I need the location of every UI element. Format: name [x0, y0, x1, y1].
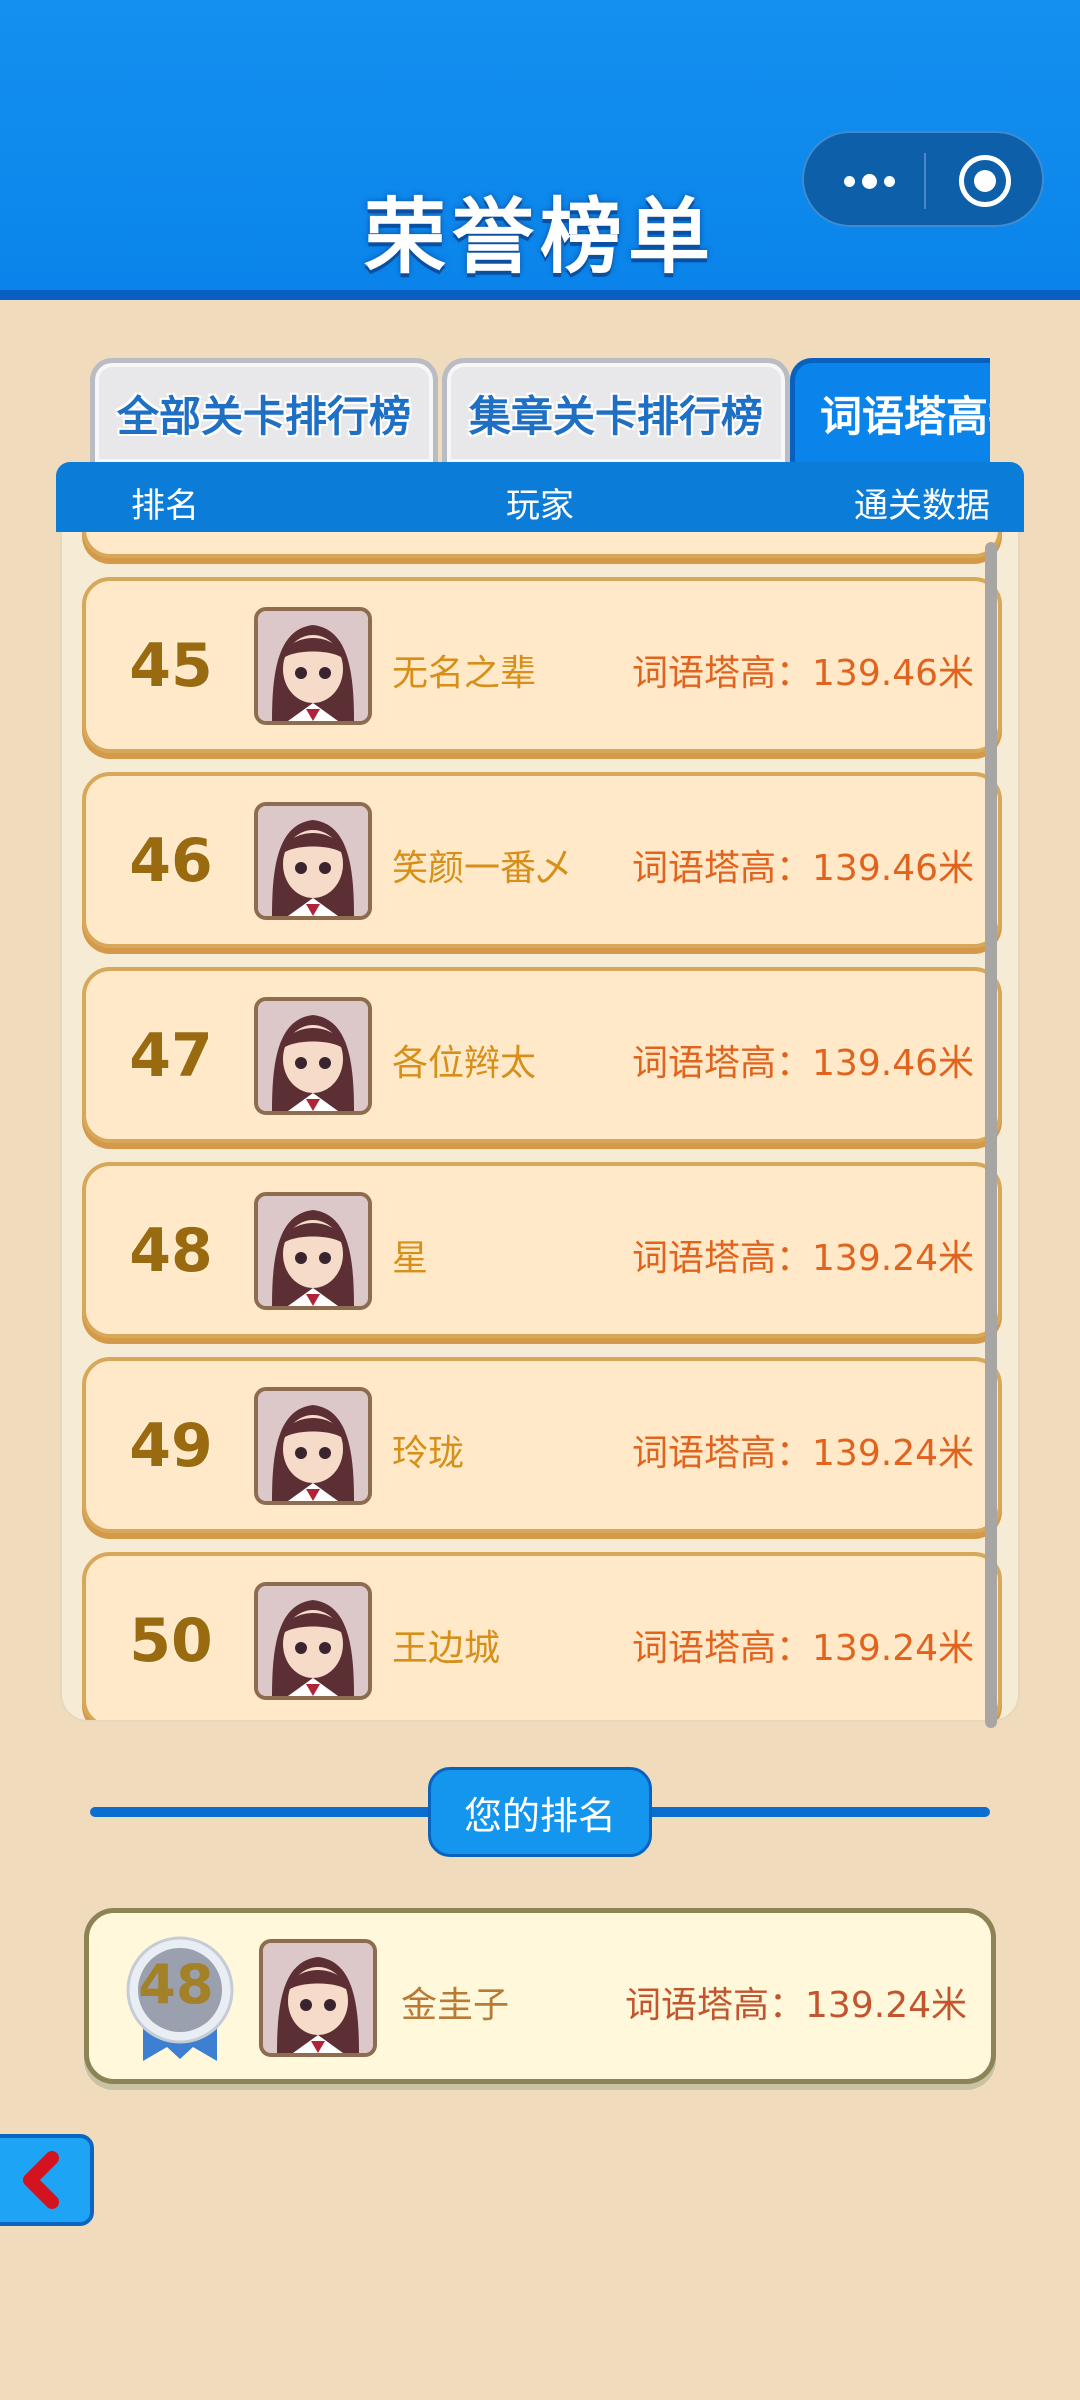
table-row[interactable]: 47 各位辫太 词语塔高：139.46米	[82, 967, 1002, 1143]
score: 词语塔高：139.46米	[632, 644, 974, 696]
list-scrollbar[interactable]	[985, 542, 997, 1728]
table-row[interactable]: 45 无名之辈 词语塔高：139.46米	[82, 577, 1002, 753]
rank-number: 47	[129, 1021, 213, 1091]
rank-number: 48	[129, 1216, 213, 1286]
score-value: 139.46米	[812, 848, 974, 889]
score: 词语塔高：139.46米	[632, 1034, 974, 1086]
ranking-list[interactable]: 45 无名之辈 词语塔高：139.46米 46 笑颜一番乄 词语塔高：139.46米 47 各…	[60, 532, 1020, 1722]
score-label: 词语塔高：	[632, 1433, 813, 1474]
capsule-divider	[924, 153, 926, 209]
column-header: 排名 玩家 通关数据	[56, 462, 1024, 532]
avatar	[254, 997, 372, 1115]
table-row[interactable]: 49 玲珑 词语塔高：139.24米	[82, 1357, 1002, 1533]
my-score-value: 139.24米	[805, 1985, 967, 2026]
player-name: 玲珑	[392, 1433, 465, 1474]
leaderboard-tabs: 全部关卡排行榜 集章关卡排行榜 词语塔高排行榜	[90, 358, 990, 463]
tab-all-levels[interactable]: 全部关卡排行榜	[90, 358, 438, 463]
player-name: 星	[392, 1238, 429, 1279]
score-label: 词语塔高：	[632, 653, 813, 694]
tab-stamp-levels[interactable]: 集章关卡排行榜	[442, 358, 790, 463]
your-rank-label: 您的排名	[428, 1767, 652, 1857]
avatar	[254, 607, 372, 725]
score-value: 139.24米	[812, 1238, 974, 1279]
score: 词语塔高：139.46米	[632, 839, 974, 891]
score-label: 词语塔高：	[632, 1238, 813, 1279]
partial-row	[82, 532, 1002, 558]
rank-number: 50	[129, 1606, 213, 1676]
top-header: 荣誉榜单	[0, 0, 1080, 300]
score: 词语塔高：139.24米	[632, 1229, 974, 1281]
column-player: 玩家	[506, 486, 574, 526]
back-button[interactable]	[0, 2134, 94, 2226]
table-row[interactable]: 48 星 词语塔高：139.24米	[82, 1162, 1002, 1338]
score-label: 词语塔高：	[632, 1043, 813, 1084]
score-value: 139.24米	[812, 1628, 974, 1669]
my-score-label: 词语塔高：	[625, 1985, 806, 2026]
player-name: 笑颜一番乄	[392, 848, 573, 889]
column-rank: 排名	[131, 486, 199, 526]
avatar	[254, 1582, 372, 1700]
player-name: 各位辫太	[392, 1043, 537, 1084]
rank-number: 49	[129, 1411, 213, 1481]
my-rank-number: 48	[138, 1953, 214, 2016]
score-label: 词语塔高：	[632, 1628, 813, 1669]
table-row[interactable]: 46 笑颜一番乄 词语塔高：139.46米	[82, 772, 1002, 948]
my-player-name: 金圭子	[401, 1985, 510, 2026]
tab-word-tower[interactable]: 词语塔高排行榜	[790, 358, 990, 463]
target-circle-icon[interactable]	[959, 155, 1011, 207]
player-name: 无名之辈	[392, 653, 537, 694]
rank-number: 45	[129, 631, 213, 701]
my-score: 词语塔高：139.24米	[625, 1976, 967, 2028]
column-data: 通关数据	[854, 486, 990, 526]
my-rank-card: 48 金圭子 词语塔高：139.24米	[84, 1908, 996, 2084]
avatar	[259, 1939, 377, 2057]
miniprogram-capsule	[802, 131, 1044, 227]
score-value: 139.24米	[812, 1433, 974, 1474]
score-label: 词语塔高：	[632, 848, 813, 889]
chevron-left-icon	[23, 2151, 59, 2209]
score: 词语塔高：139.24米	[632, 1619, 974, 1671]
score-value: 139.46米	[812, 1043, 974, 1084]
more-dots-icon[interactable]	[834, 153, 904, 209]
player-name: 王边城	[392, 1628, 501, 1669]
table-row[interactable]: 50 王边城 词语塔高：139.24米	[82, 1552, 1002, 1720]
rank-number: 46	[129, 826, 213, 896]
score: 词语塔高：139.24米	[632, 1424, 974, 1476]
score-value: 139.46米	[812, 653, 974, 694]
avatar	[254, 802, 372, 920]
avatar	[254, 1192, 372, 1310]
avatar	[254, 1387, 372, 1505]
